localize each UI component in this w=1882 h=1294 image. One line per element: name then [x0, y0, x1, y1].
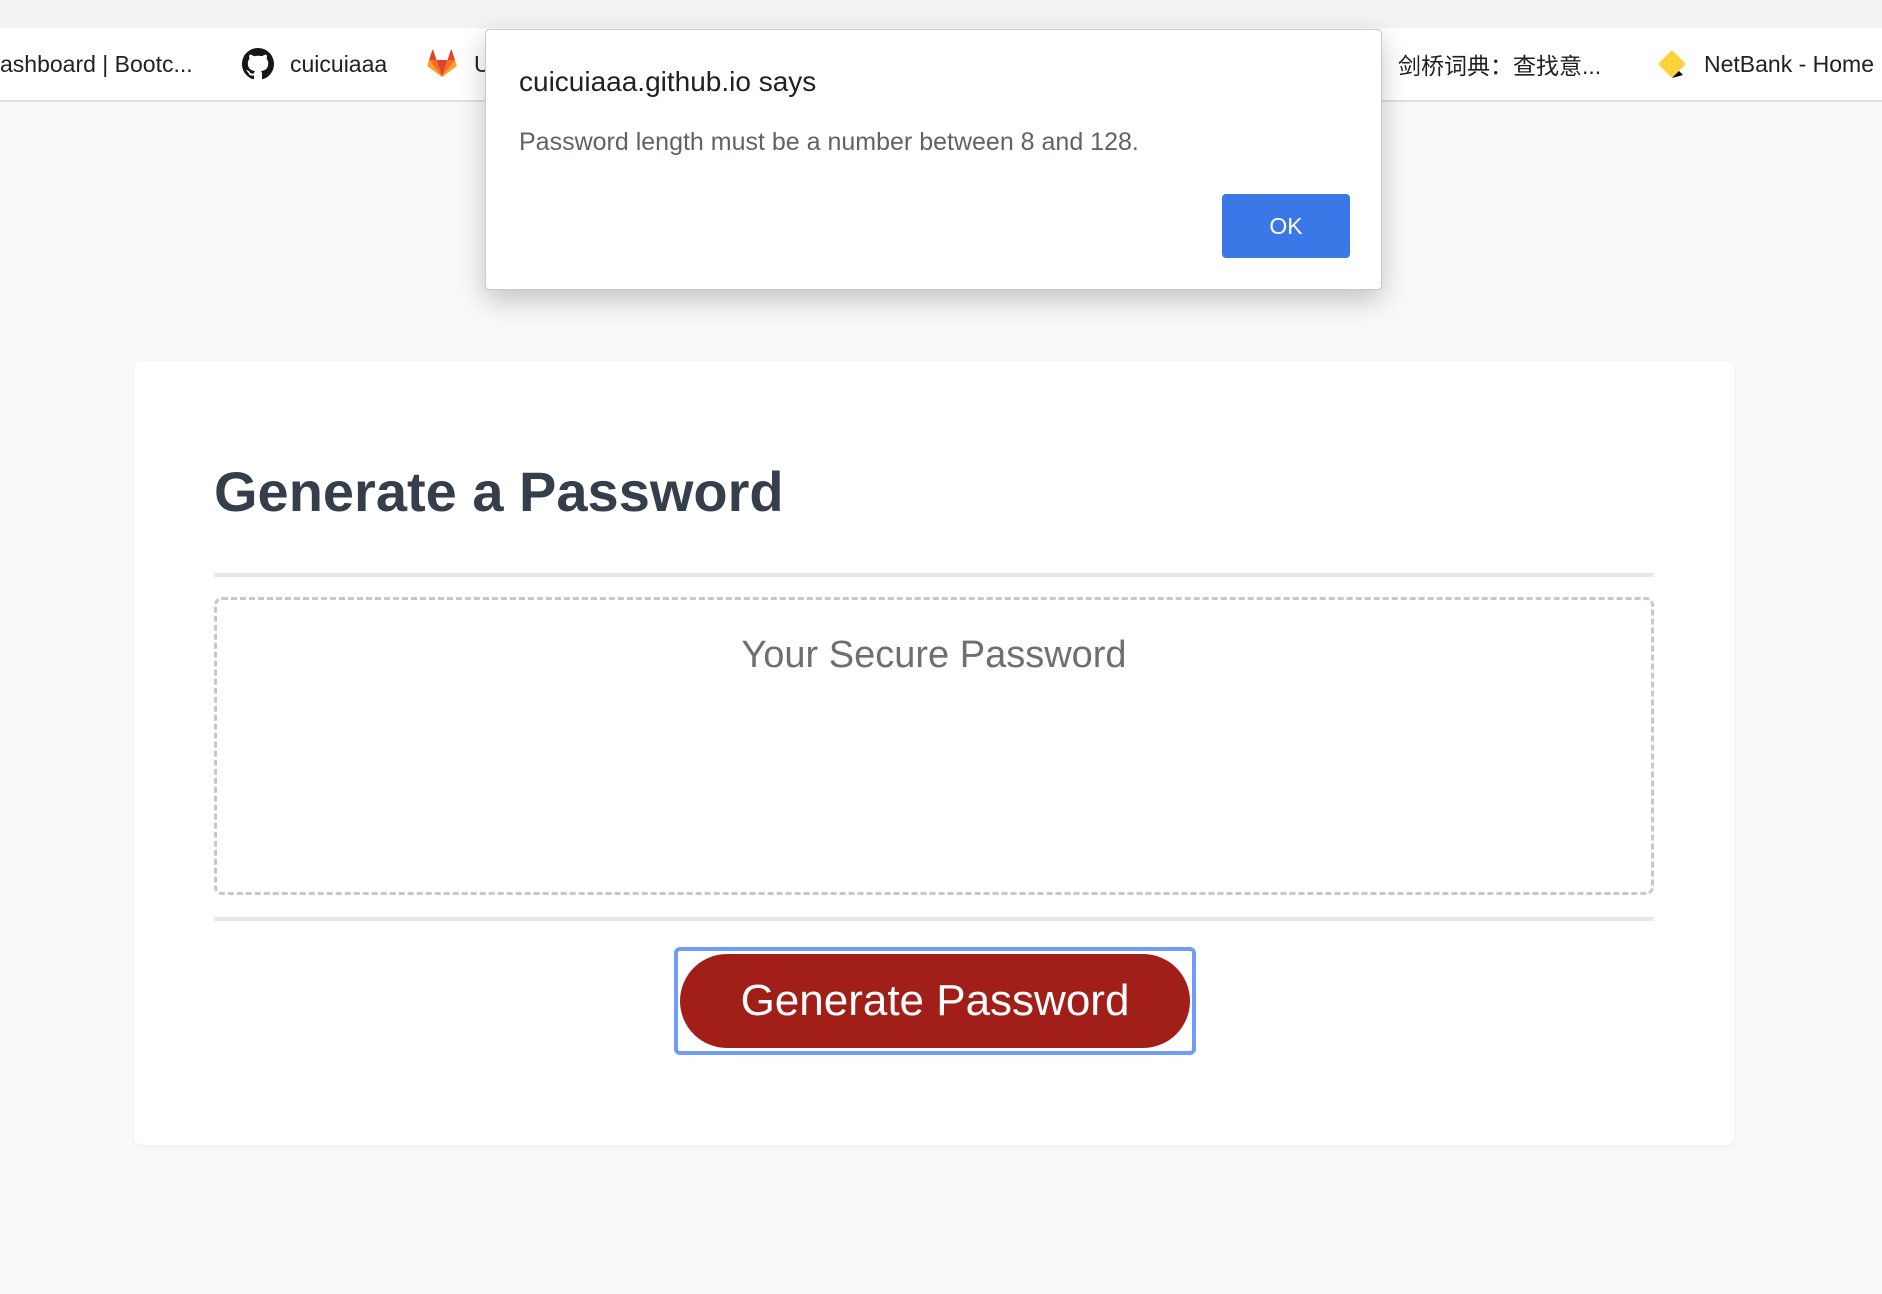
- bookmark-label: 剑桥词典：查找意...: [1398, 53, 1602, 79]
- bookmark-cambridge-dictionary[interactable]: 剑桥词典：查找意...: [1398, 28, 1601, 100]
- gitlab-icon: [427, 49, 457, 77]
- alert-message: Password length must be a number between…: [519, 128, 1139, 156]
- password-output-box[interactable]: Your Secure Password: [214, 597, 1654, 895]
- password-placeholder: Your Secure Password: [741, 634, 1127, 676]
- bookmark-dashboard[interactable]: ashboard | Bootc...: [0, 28, 193, 100]
- bookmark-label: ashboard | Bootc...: [0, 50, 193, 77]
- alert-dialog: cuicuiaaa.github.io says Password length…: [485, 29, 1382, 290]
- github-icon: [242, 48, 274, 80]
- bookmark-netbank[interactable]: NetBank - Home: [1656, 28, 1874, 100]
- page-title: Generate a Password: [214, 460, 784, 523]
- browser-tab-strip: [0, 0, 1882, 28]
- bookmark-gitlab[interactable]: U: [426, 28, 491, 100]
- password-generator-card: Generate a Password Your Secure Password…: [134, 361, 1734, 1145]
- divider-top: [214, 573, 1654, 577]
- bookmark-label: NetBank - Home: [1704, 50, 1875, 77]
- bookmark-label: cuicuiaaa: [290, 50, 388, 77]
- ok-button[interactable]: OK: [1222, 194, 1350, 258]
- bookmark-github[interactable]: cuicuiaaa: [242, 28, 387, 100]
- generate-password-button[interactable]: Generate Password: [680, 954, 1190, 1048]
- alert-title: cuicuiaaa.github.io says: [519, 66, 817, 97]
- netbank-diamond-icon: [1658, 50, 1686, 78]
- divider-bottom: [214, 917, 1654, 921]
